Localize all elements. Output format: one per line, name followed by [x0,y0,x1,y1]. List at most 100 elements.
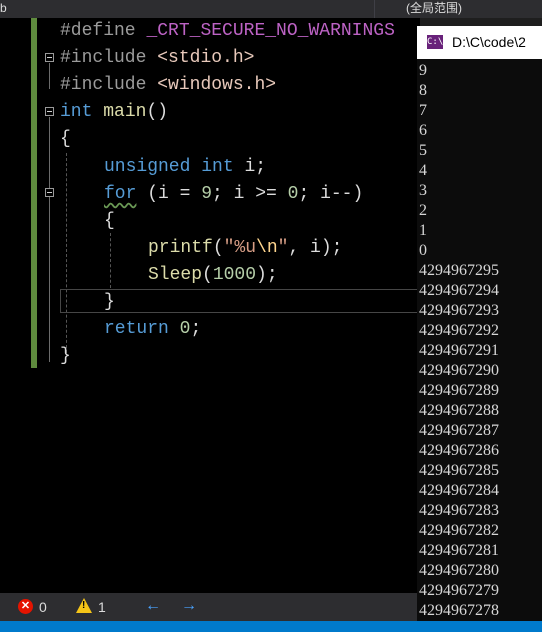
code-text: ; i >= [212,184,288,204]
console-output-line: 4294967284 [419,482,499,499]
scope-dropdown[interactable]: (全局范围) [380,0,542,18]
console-output-line: 4294967291 [419,342,499,359]
code-line-2: #include <stdio.h> [60,45,254,72]
console-window[interactable]: C:\ D:\C\code\2 9 8 7 6 5 4 3 2 1 0 4294967295 4294… [417,26,542,632]
navigate-forward-icon[interactable]: → [181,597,197,615]
function-name: Sleep [148,265,203,285]
console-output-line: 7 [419,102,427,119]
code-line-12: return 0; [104,316,201,343]
console-output-line: 4294967290 [419,362,499,379]
console-output-line: 4294967280 [419,562,499,579]
code-text: (i = [136,184,202,204]
keyword: int [60,102,93,122]
fold-line [49,117,50,362]
console-output-line: 4294967281 [419,542,499,559]
keyword: int [201,157,234,177]
change-tracking-bar [31,18,37,368]
number-literal: 0 [287,184,299,204]
console-output-line: 4294967289 [419,382,499,399]
punctuation: () [146,102,169,122]
console-output-line: 4294967283 [419,502,499,519]
punctuation: ( [212,238,224,258]
editor-top-bar: b (全局范围) [0,0,542,18]
brace: { [104,211,115,231]
keyword: return [104,319,169,339]
punctuation: ; [190,319,202,339]
code-line-1: #define _CRT_SECURE_NO_WARNINGS [60,18,395,45]
console-output-line: 4294967288 [419,402,499,419]
collapse-for-icon[interactable] [45,188,54,197]
collapse-main-icon[interactable] [45,107,54,116]
code-line-6: unsigned int i; [104,154,266,181]
keyword[interactable]: for [104,184,136,204]
code-line-10: Sleep(1000); [148,262,278,289]
indent-guide [110,233,111,288]
console-output-line: 0 [419,242,427,259]
code-line-5: { [60,126,71,153]
console-output-line: 4294967293 [419,302,499,319]
visual-studio-debug-console-icon: C:\ [427,35,444,49]
brace: } [60,346,71,366]
console-output-line: 6 [419,122,427,139]
code-editor[interactable]: #define _CRT_SECURE_NO_WARNINGS #include… [0,18,420,593]
console-output-line: 4294967282 [419,522,499,539]
warning-count-value: 1 [98,599,106,615]
bottom-accent-strip [0,621,542,632]
navigation-dropdown-label: b [0,1,7,15]
scope-dropdown-label: (全局范围) [406,1,462,15]
console-output-line: 4294967287 [419,422,499,439]
number-literal: 0 [179,319,191,339]
include-header: <stdio.h> [157,48,255,68]
console-output: 9 8 7 6 5 4 3 2 1 0 4294967295 4294967294 4294967293… [419,61,499,632]
code-line-13: } [60,343,71,370]
console-output-line: 2 [419,202,427,219]
preprocessor-directive: #include [60,75,147,95]
console-output-line: 4 [419,162,427,179]
error-count-value: 0 [39,599,47,615]
code-line-8: { [104,208,115,235]
string-literal: "%u [223,238,257,258]
preprocessor-directive: #include [60,48,147,68]
error-count[interactable]: ✕ 0 [18,598,58,616]
error-icon: ✕ [18,599,33,614]
console-title-bar[interactable]: C:\ D:\C\code\2 [417,26,542,59]
code-text: ; i--) [298,184,364,204]
code-line-4: int main() [60,99,168,126]
preprocessor-directive: #define [60,21,136,41]
fold-line [49,63,50,89]
console-output-line: 4294967279 [419,582,499,599]
code-line-3: #include <windows.h> [60,72,276,99]
console-output-line: 5 [419,142,427,159]
keyword: unsigned [104,157,191,177]
function-name: printf [148,238,213,258]
collapse-include-icon[interactable] [45,53,54,62]
brace: } [104,292,115,312]
console-output-line: 4294967278 [419,602,499,619]
console-output-line: 4294967295 [419,262,499,279]
function-name: main [103,102,147,122]
console-output-line: 4294967294 [419,282,499,299]
escape-sequence: \n [256,238,278,258]
code-line-9: printf("%u\n", i); [148,235,342,262]
console-title: D:\C\code\2 [452,34,526,50]
identifier: i; [233,157,267,177]
console-output-line: 4294967285 [419,462,499,479]
include-header: <windows.h> [157,75,277,95]
string-literal: " [277,238,289,258]
status-bar: ✕ 0 ! 1 ← → [0,593,417,621]
macro-name: _CRT_SECURE_NO_WARNINGS [146,21,395,41]
punctuation: ); [256,265,278,285]
navigation-dropdown[interactable]: b [0,0,375,18]
punctuation: ( [202,265,213,285]
warning-icon: ! [76,598,92,613]
navigate-back-icon[interactable]: ← [145,597,161,615]
warning-count[interactable]: ! 1 [76,598,116,616]
brace: { [60,129,71,149]
number-literal: 1000 [212,265,257,285]
console-output-line: 4294967286 [419,442,499,459]
source-code: #define _CRT_SECURE_NO_WARNINGS #include… [60,18,395,366]
console-output-line: 9 [419,62,427,79]
number-literal: 9 [201,184,213,204]
code-line-11: } [104,289,115,316]
